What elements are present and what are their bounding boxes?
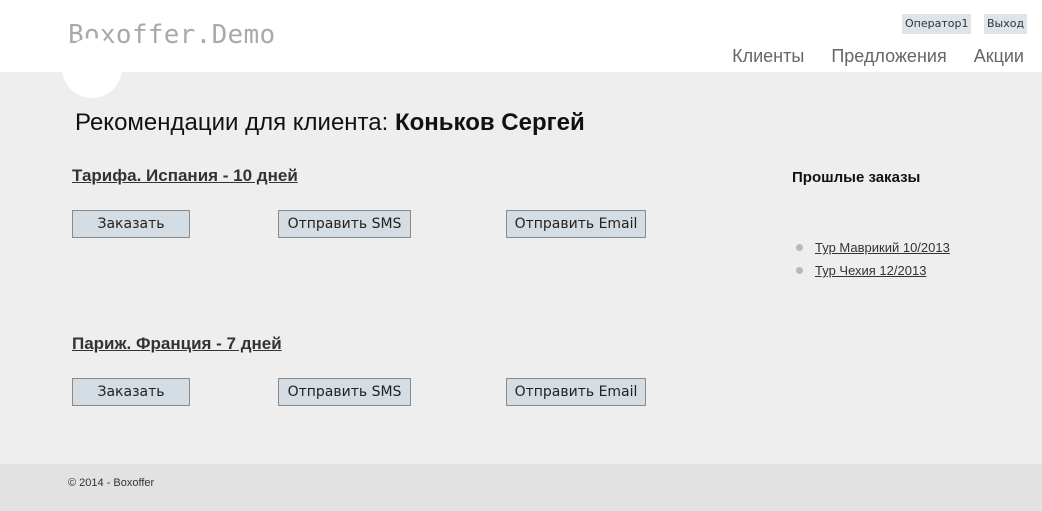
send-sms-button[interactable]: Отправить SMS bbox=[278, 210, 411, 238]
bullet-icon bbox=[796, 244, 803, 251]
nav-item-promotions[interactable]: Акции bbox=[974, 44, 1024, 68]
header-decorative-circle bbox=[62, 38, 122, 98]
past-order-link[interactable]: Тур Чехия 12/2013 bbox=[815, 263, 926, 278]
send-email-button[interactable]: Отправить Email bbox=[506, 378, 646, 406]
current-user-link[interactable]: Оператор1 bbox=[902, 14, 972, 34]
list-item: Тур Чехия 12/2013 bbox=[796, 259, 950, 282]
offer-title-link[interactable]: Париж. Франция - 7 дней bbox=[72, 333, 282, 355]
list-item: Тур Маврикий 10/2013 bbox=[796, 236, 950, 259]
send-email-button[interactable]: Отправить Email bbox=[506, 210, 646, 238]
page-title: Рекомендации для клиента: Коньков Сергей bbox=[75, 108, 585, 138]
order-button[interactable]: Заказать bbox=[72, 210, 190, 238]
bullet-icon bbox=[796, 267, 803, 274]
send-sms-button[interactable]: Отправить SMS bbox=[278, 378, 411, 406]
past-orders-list: Тур Маврикий 10/2013 Тур Чехия 12/2013 bbox=[796, 236, 950, 282]
page-title-prefix: Рекомендации для клиента: bbox=[75, 109, 389, 136]
past-orders-title: Прошлые заказы bbox=[792, 169, 921, 186]
main-nav: Клиенты Предложения Акции bbox=[705, 44, 1024, 68]
nav-item-clients[interactable]: Клиенты bbox=[732, 44, 804, 68]
past-order-link[interactable]: Тур Маврикий 10/2013 bbox=[815, 240, 950, 255]
offer-title-link[interactable]: Тарифа. Испания - 10 дней bbox=[72, 165, 298, 187]
client-name: Коньков Сергей bbox=[394, 109, 585, 136]
logout-link[interactable]: Выход bbox=[984, 14, 1028, 34]
main-content: Рекомендации для клиента: Коньков Сергей… bbox=[0, 72, 1042, 464]
nav-item-offers[interactable]: Предложения bbox=[831, 44, 946, 68]
copyright-text: © 2014 - Boxoffer bbox=[68, 477, 155, 489]
site-footer: © 2014 - Boxoffer bbox=[0, 464, 1042, 511]
site-header: Boxoffer.Demo Оператор1 Выход Клиенты Пр… bbox=[0, 0, 1042, 72]
order-button[interactable]: Заказать bbox=[72, 378, 190, 406]
